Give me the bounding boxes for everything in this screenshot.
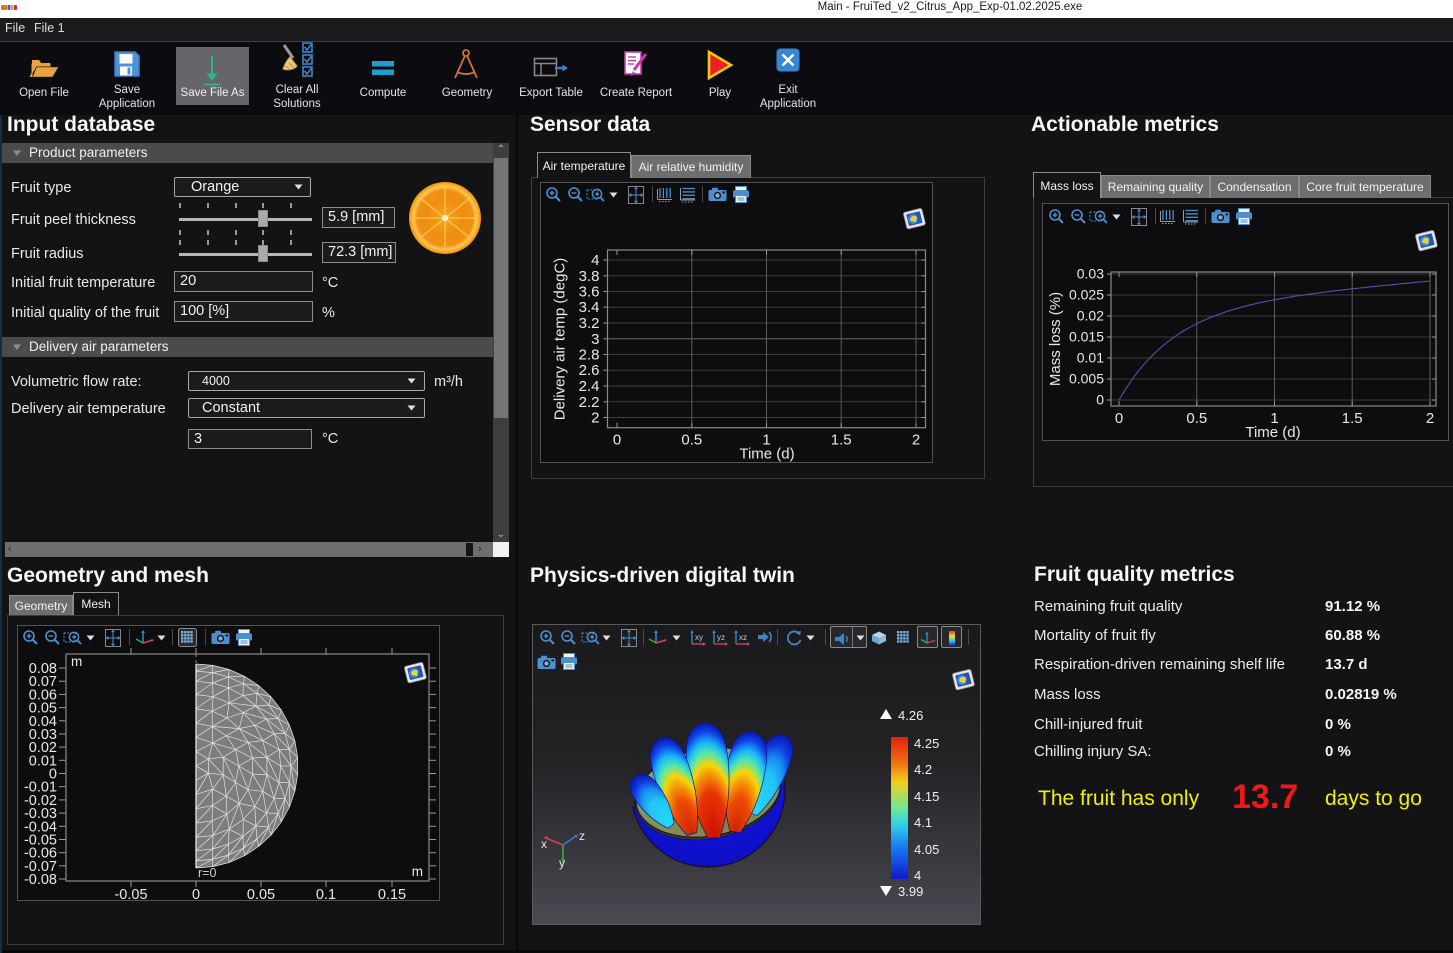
svg-text:r=0: r=0	[198, 866, 216, 880]
svg-text:3.99: 3.99	[898, 884, 923, 899]
svg-text:0.01: 0.01	[1077, 350, 1104, 366]
svg-text:z: z	[579, 829, 585, 843]
svg-text:1.5: 1.5	[1342, 410, 1363, 427]
svg-text:2: 2	[912, 432, 920, 449]
svg-text:3.8: 3.8	[579, 268, 600, 285]
svg-text:Mass loss (%): Mass loss (%)	[1047, 292, 1064, 386]
svg-text:4: 4	[591, 252, 599, 269]
svg-text:2.4: 2.4	[579, 378, 600, 395]
svg-text:3.4: 3.4	[579, 299, 600, 316]
svg-text:2.8: 2.8	[579, 347, 600, 364]
svg-text:-0.08: -0.08	[24, 872, 57, 888]
svg-text:0.015: 0.015	[1069, 329, 1104, 345]
svg-text:y: y	[559, 856, 565, 870]
svg-text:3.2: 3.2	[579, 315, 600, 332]
svg-text:0.03: 0.03	[1077, 266, 1104, 282]
svg-text:m: m	[412, 864, 423, 879]
svg-text:0.15: 0.15	[378, 887, 406, 900]
svg-text:3: 3	[591, 331, 599, 348]
svg-text:0.025: 0.025	[1069, 287, 1104, 303]
svg-text:0.5: 0.5	[1186, 410, 1207, 427]
svg-text:Time (d): Time (d)	[1245, 424, 1300, 440]
svg-text:0: 0	[1096, 392, 1104, 408]
svg-text:0.005: 0.005	[1069, 371, 1104, 387]
svg-text:0.02: 0.02	[1077, 308, 1104, 324]
svg-text:Time (d): Time (d)	[739, 446, 794, 462]
svg-text:0: 0	[1115, 410, 1123, 427]
svg-text:4.26: 4.26	[898, 708, 923, 723]
svg-text:0.5: 0.5	[681, 432, 702, 449]
svg-text:Delivery air temp (degC): Delivery air temp (degC)	[552, 258, 569, 421]
svg-text:m: m	[71, 654, 82, 669]
svg-text:-0.05: -0.05	[114, 887, 147, 900]
svg-text:0.1: 0.1	[316, 887, 336, 900]
svg-text:2.2: 2.2	[579, 394, 600, 411]
svg-text:0: 0	[192, 887, 200, 900]
svg-text:x: x	[541, 837, 547, 851]
svg-text:0: 0	[613, 432, 621, 449]
svg-text:2.6: 2.6	[579, 362, 600, 379]
svg-text:0.05: 0.05	[247, 887, 275, 900]
svg-text:2: 2	[591, 410, 599, 427]
svg-text:1.5: 1.5	[831, 432, 852, 449]
svg-text:3.6: 3.6	[579, 284, 600, 301]
svg-text:2: 2	[1426, 410, 1434, 427]
